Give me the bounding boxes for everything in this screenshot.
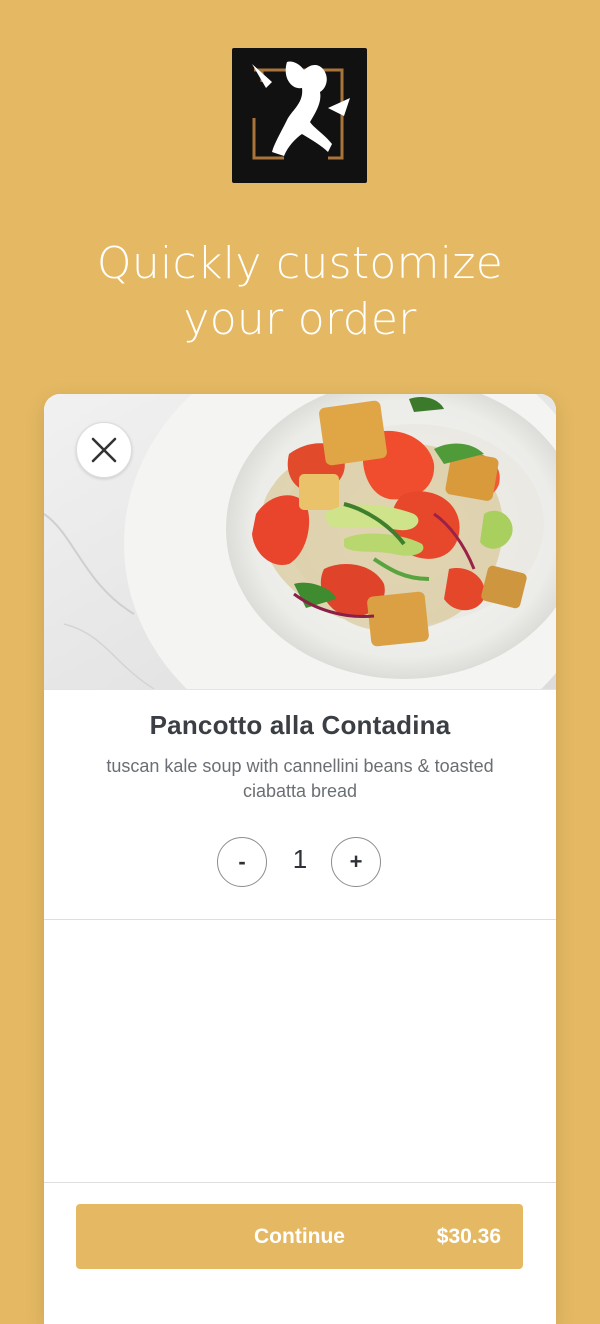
divider xyxy=(44,1182,556,1183)
close-icon xyxy=(91,437,117,463)
continue-button[interactable]: Continue $30.36 xyxy=(76,1204,523,1269)
decrease-quantity-button[interactable]: - xyxy=(217,837,267,887)
close-button[interactable] xyxy=(76,422,132,478)
headline-line-1: Quickly customize xyxy=(96,238,504,289)
increase-quantity-button[interactable]: + xyxy=(331,837,381,887)
item-photo xyxy=(44,394,556,690)
quantity-value: 1 xyxy=(292,844,308,874)
page-headline: Quickly customize your order xyxy=(0,236,600,348)
brand-logo xyxy=(232,48,367,183)
item-description: tuscan kale soup with cannellini beans &… xyxy=(106,756,494,801)
item-customize-card: Pancotto alla Contadina tuscan kale soup… xyxy=(44,394,556,1324)
order-total-price: $30.36 xyxy=(436,1225,501,1248)
divider xyxy=(44,919,556,920)
headline-line-2: your order xyxy=(183,294,417,345)
item-title: Pancotto alla Contadina xyxy=(149,710,451,740)
